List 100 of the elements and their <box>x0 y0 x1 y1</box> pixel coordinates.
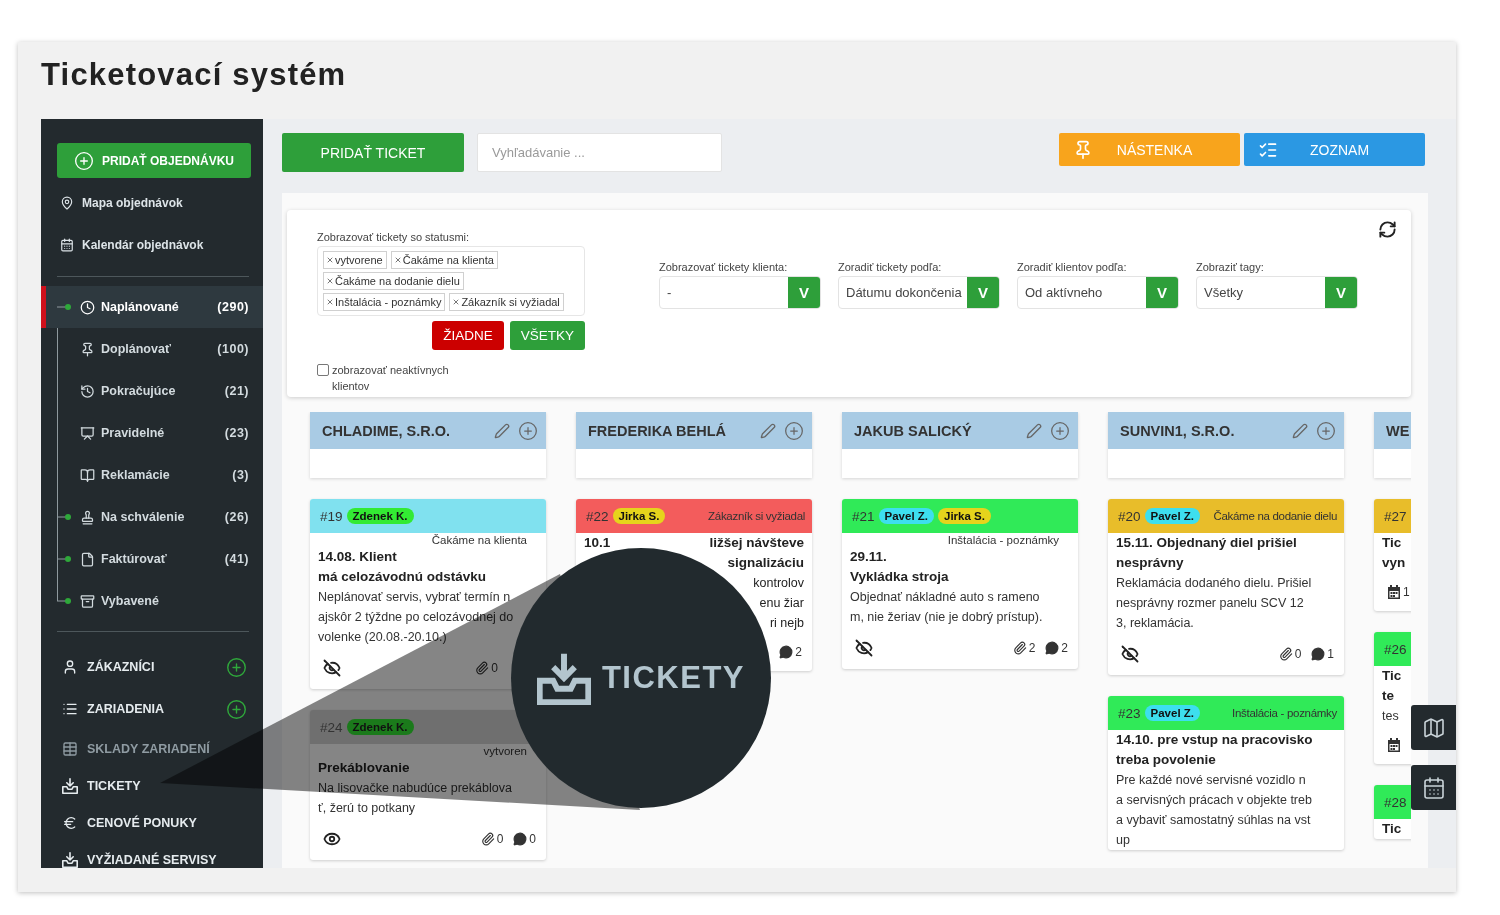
sidebar-item[interactable]: Doplánovať (100) <box>41 328 263 370</box>
sidebar-item[interactable]: Reklamácie (3) <box>41 454 263 496</box>
sidebar-item[interactable]: TICKETY <box>41 767 263 804</box>
eye-slash-icon[interactable] <box>323 659 341 677</box>
ticket-title: Tic <box>1382 820 1403 838</box>
sidebar-item[interactable]: ZÁKAZNÍCI <box>41 646 263 688</box>
status-tag[interactable]: Inštalácia - poznámky <box>323 293 446 311</box>
pen-icon[interactable] <box>494 422 510 439</box>
attachment-count: 2 <box>1028 641 1036 655</box>
remove-icon[interactable] <box>326 298 334 306</box>
select-label: Zoradiť tickety podľa: <box>838 260 943 274</box>
ticket-title: Tic vyn <box>1382 534 1407 572</box>
remove-icon[interactable] <box>326 256 334 264</box>
sidebar-item[interactable]: Pokračujúce (21) <box>41 370 263 412</box>
calendar-icon <box>1421 775 1446 800</box>
comment-count: 2 <box>1061 641 1068 655</box>
ticket-card[interactable]: #20 Pavel Z. Čakáme na dodanie dielu 15.11. Objednaný diel prišiel nesprávny Reklamácia dodaného dielu. Prišiel nesprávny rozmer panelu SCV 123, reklamácia. 0 1 <box>1108 499 1344 675</box>
select-label: Zobrazovať tickety klienta: <box>659 260 789 274</box>
status-tag[interactable]: vytvorene <box>323 251 387 269</box>
assignee-badge: Pavel Z. <box>878 508 934 524</box>
ticket-text: Pre každé nové servisné vozidlo na servisných prácach v objekte treba vybaviť samostatný súhlas na vstup <box>1116 772 1313 849</box>
tray-arrow-icon <box>536 651 591 705</box>
tray-arrow-icon <box>62 777 78 794</box>
book-icon <box>80 467 95 483</box>
ticket-title: Tic te <box>1382 667 1403 705</box>
pen-icon[interactable] <box>1292 422 1308 439</box>
sidebar-item[interactable]: CENOVÉ PONUKY <box>41 804 263 841</box>
plus-circle-icon[interactable] <box>226 656 247 678</box>
presentation-board-icon <box>80 425 95 441</box>
status-tag[interactable]: Zákazník si vyžiadal <box>449 293 564 311</box>
sidebar-item[interactable]: VYŽIADANÉ SERVISY <box>41 841 263 868</box>
sidebar-item[interactable]: ZARIADENIA <box>41 688 263 730</box>
plus-circle-icon[interactable] <box>784 420 804 441</box>
select-field[interactable]: Dátumu dokončenia V <box>838 276 1000 309</box>
remove-icon[interactable] <box>326 277 334 285</box>
item-count: (41) <box>224 552 249 566</box>
status-tag[interactable]: Čakáme na klienta <box>390 251 498 269</box>
filter-label: Zobrazovať tickety so statusmi: <box>317 230 471 244</box>
status-tags-field[interactable]: vytvorene Čakáme na klienta Čakáme na dodanie dielu Inštalácia - poznámky Zákazník si vyžiadal <box>317 246 585 316</box>
attachment-count: 0 <box>1294 647 1302 661</box>
speech-bubble-icon <box>1045 641 1060 655</box>
ticket-card[interactable]: #27 Tic vyn 1 <box>1374 499 1411 611</box>
ticket-text: ri nejb <box>769 615 804 632</box>
column-title: CHLADIME, S.R.O. <box>322 422 452 439</box>
search-field[interactable]: Vyhľadávanie ... <box>477 133 722 172</box>
map-button[interactable] <box>1411 705 1456 750</box>
sidebar-item[interactable]: Na schválenie (26) <box>41 496 263 538</box>
checkbox-label: zobrazovať neaktívnych klientov <box>332 363 450 394</box>
ticket-card[interactable]: #28 Tic <box>1374 785 1411 839</box>
comment-count: 2 <box>795 645 802 659</box>
sidebar-link[interactable]: Mapa objednávok <box>41 182 263 224</box>
ticket-text: Reklamácia dodaného dielu. Prišiel nesprávny rozmer panelu SCV 123, reklamácia. <box>1116 575 1313 632</box>
ticket-text: tes <box>1382 708 1400 725</box>
select-field[interactable]: Od aktívneho V <box>1017 276 1179 309</box>
table-icon <box>62 740 78 757</box>
pen-icon[interactable] <box>1026 422 1042 439</box>
pen-icon[interactable] <box>760 422 776 439</box>
sidebar-link[interactable]: Kalendár objednávok <box>41 224 263 266</box>
callout-label: TICKETY <box>601 660 746 696</box>
paperclip-icon <box>1012 641 1027 655</box>
paperclip-icon <box>480 832 495 846</box>
calendar-button[interactable] <box>1411 765 1456 810</box>
select-field[interactable]: - V <box>659 276 821 309</box>
assignee-badge: Zdenek K. <box>346 719 414 735</box>
calendar-icon <box>1387 738 1401 752</box>
ticket-card[interactable]: #24 Zdenek K. vytvoren Prekáblovanie Na lisovačke nabudúce prekáblovať, žerú to potkany 0 0 <box>310 710 546 860</box>
ticket-card[interactable]: #26 Tic te tes <box>1374 632 1411 764</box>
eye-slash-icon[interactable] <box>855 639 873 657</box>
history-icon <box>80 383 95 399</box>
plus-circle-icon[interactable] <box>518 420 538 441</box>
select-label: Zoradiť klientov podľa: <box>1017 260 1128 274</box>
remove-icon[interactable] <box>452 298 461 306</box>
plus-circle-icon[interactable] <box>1316 420 1336 441</box>
attachment-count: 0 <box>491 661 498 675</box>
ticket-number: #26 <box>1384 641 1407 657</box>
ticket-text: enu žiar <box>759 595 804 612</box>
checkbox[interactable] <box>317 364 329 376</box>
remove-icon[interactable] <box>393 256 402 264</box>
ticket-title: 29.11. Vykládka stroja <box>850 548 950 586</box>
sidebar-item[interactable]: Vybavené <box>41 580 263 622</box>
archive-box-icon <box>80 593 95 609</box>
ticket-title: ližšej návšteve <box>709 534 804 552</box>
sidebar-item[interactable]: Pravidelné (23) <box>41 412 263 454</box>
ticket-card[interactable]: #23 Pavel Z. Inštalácia - poznámky 14.10. pre vstup na pracovisko treba povolenie Pre každé nové servisné vozidlo na servisných prácach v objekte treba vybaviť samostatný súhlas na vstup <box>1108 696 1344 850</box>
sidebar-item[interactable]: Faktúrovať (41) <box>41 538 263 580</box>
none-button[interactable]: ŽIADNE <box>432 321 504 350</box>
sidebar-item[interactable]: Naplánované (290) <box>41 286 263 328</box>
ticket-title: Prekáblovanie <box>318 759 411 777</box>
eye-icon[interactable] <box>323 830 341 848</box>
select-field[interactable]: Všetky V <box>1196 276 1358 309</box>
refresh-icon[interactable] <box>1378 220 1397 239</box>
eye-slash-icon[interactable] <box>1121 645 1139 663</box>
comment-count: 0 <box>529 832 536 846</box>
ticket-number: #27 <box>1384 508 1407 524</box>
plus-circle-icon[interactable] <box>1050 420 1070 441</box>
ticket-card[interactable]: #21 Pavel Z. Jirka S. Inštalácia - poznámky 29.11. Vykládka stroja Objednať nákladné auto s ramenom, nie žeriav (nie je dobrý prístup). 2 2 <box>842 499 1078 669</box>
speech-bubble-icon <box>513 832 528 846</box>
status-tag[interactable]: Čakáme na dodanie dielu <box>323 272 464 290</box>
plus-circle-icon[interactable] <box>226 698 247 720</box>
ticket-text: Objednať nákladné auto s ramenom, nie žeriav (nie je dobrý prístup). <box>850 589 1044 626</box>
